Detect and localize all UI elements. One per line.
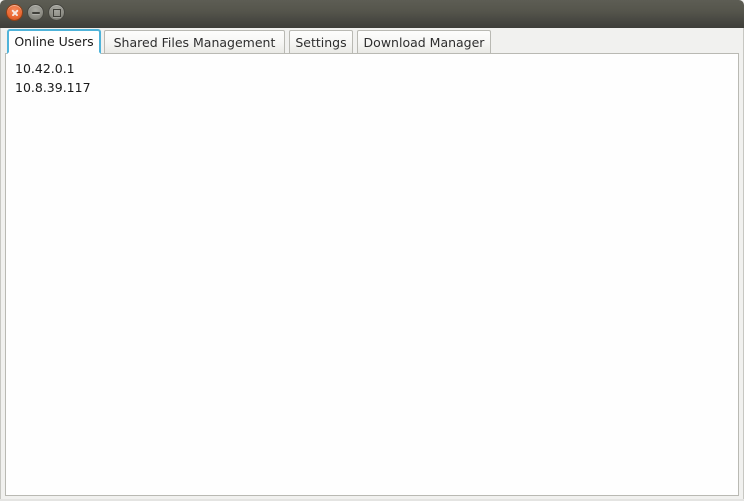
online-users-panel: 10.42.0.1 10.8.39.117 — [5, 53, 739, 496]
tab-online-users[interactable]: Online Users — [7, 29, 101, 54]
tab-settings[interactable]: Settings — [289, 30, 353, 54]
maximize-icon — [52, 8, 61, 17]
minimize-icon — [31, 11, 40, 14]
list-item[interactable]: 10.42.0.1 — [6, 59, 738, 78]
title-bar[interactable] — [0, 0, 744, 28]
close-button[interactable] — [6, 4, 23, 21]
minimize-button[interactable] — [27, 4, 44, 21]
window-body: Online Users Shared Files Management Set… — [0, 28, 744, 501]
online-users-list: 10.42.0.1 10.8.39.117 — [6, 54, 738, 97]
maximize-button[interactable] — [48, 4, 65, 21]
application-window: Online Users Shared Files Management Set… — [0, 0, 744, 501]
list-item[interactable]: 10.8.39.117 — [6, 78, 738, 97]
window-controls — [6, 4, 65, 21]
tab-download-manager[interactable]: Download Manager — [357, 30, 491, 54]
tab-shared-files-management[interactable]: Shared Files Management — [104, 30, 285, 54]
tab-bar: Online Users Shared Files Management Set… — [1, 28, 743, 54]
